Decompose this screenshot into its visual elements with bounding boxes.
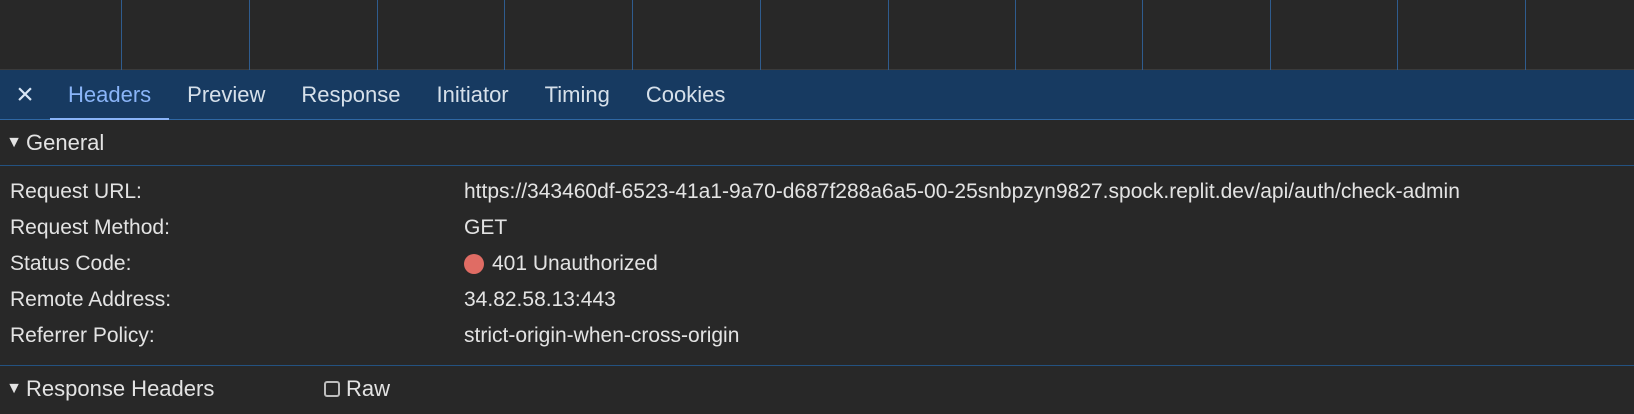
response-headers-toggle[interactable]: ▼ Response Headers — [6, 376, 324, 402]
headers-content: ▼ General Request URL: https://343460df-… — [0, 120, 1634, 414]
general-section-title: General — [26, 129, 105, 155]
raw-label: Raw — [346, 376, 391, 401]
request-url-label: Request URL: — [10, 180, 142, 203]
tab-initiator[interactable]: Initiator — [418, 70, 526, 120]
devtools-network-panel: × Headers Preview Response Initiator Tim… — [0, 0, 1634, 414]
timeline-grid-line — [1397, 0, 1398, 70]
collapse-triangle-icon: ▼ — [6, 133, 22, 151]
request-method-value: GET — [464, 216, 508, 239]
timeline-grid-line — [377, 0, 378, 70]
details-tabbar: × Headers Preview Response Initiator Tim… — [0, 70, 1634, 120]
status-code-label: Status Code: — [10, 252, 132, 275]
request-url-row: Request URL: https://343460df-6523-41a1-… — [0, 174, 1634, 210]
referrer-policy-value: strict-origin-when-cross-origin — [464, 324, 740, 347]
referrer-policy-row: Referrer Policy: strict-origin-when-cros… — [0, 318, 1634, 354]
remote-address-row: Remote Address: 34.82.58.13:443 — [0, 282, 1634, 318]
status-code-value-wrap: 401 Unauthorized — [464, 252, 658, 276]
tab-response[interactable]: Response — [283, 70, 418, 120]
tab-headers[interactable]: Headers — [50, 70, 170, 120]
timeline-grid-line — [1015, 0, 1016, 70]
general-section-header[interactable]: ▼ General — [0, 120, 1634, 166]
timeline-grid-line — [1525, 0, 1526, 70]
collapse-triangle-icon: ▼ — [6, 380, 22, 397]
referrer-policy-label: Referrer Policy: — [10, 324, 155, 347]
network-timeline-strip — [0, 0, 1634, 70]
timeline-grid-line — [760, 0, 761, 70]
request-method-label: Request Method: — [10, 216, 170, 239]
timeline-grid-line — [1270, 0, 1271, 70]
response-headers-title: Response Headers — [26, 376, 215, 401]
status-error-icon — [464, 254, 484, 274]
raw-checkbox[interactable] — [324, 381, 340, 397]
timeline-grid-line — [249, 0, 250, 70]
timeline-grid-line — [121, 0, 122, 70]
remote-address-value: 34.82.58.13:443 — [464, 288, 616, 311]
request-method-row: Request Method: GET — [0, 210, 1634, 246]
raw-toggle[interactable]: Raw — [324, 376, 390, 402]
status-code-value: 401 Unauthorized — [492, 252, 658, 275]
tab-cookies[interactable]: Cookies — [628, 70, 743, 120]
timeline-grid-line — [888, 0, 889, 70]
general-section-body: Request URL: https://343460df-6523-41a1-… — [0, 166, 1634, 366]
remote-address-label: Remote Address: — [10, 288, 172, 311]
status-code-row: Status Code: 401 Unauthorized — [0, 246, 1634, 282]
timeline-grid-line — [504, 0, 505, 70]
close-icon[interactable]: × — [0, 70, 50, 120]
tab-timing[interactable]: Timing — [527, 70, 628, 120]
timeline-grid-line — [632, 0, 633, 70]
timeline-grid-line — [1142, 0, 1143, 70]
response-headers-section-header: ▼ Response Headers Raw — [0, 366, 1634, 412]
details-tabs: Headers Preview Response Initiator Timin… — [50, 70, 743, 120]
tab-preview[interactable]: Preview — [169, 70, 283, 120]
request-url-value: https://343460df-6523-41a1-9a70-d687f288… — [464, 180, 1460, 203]
